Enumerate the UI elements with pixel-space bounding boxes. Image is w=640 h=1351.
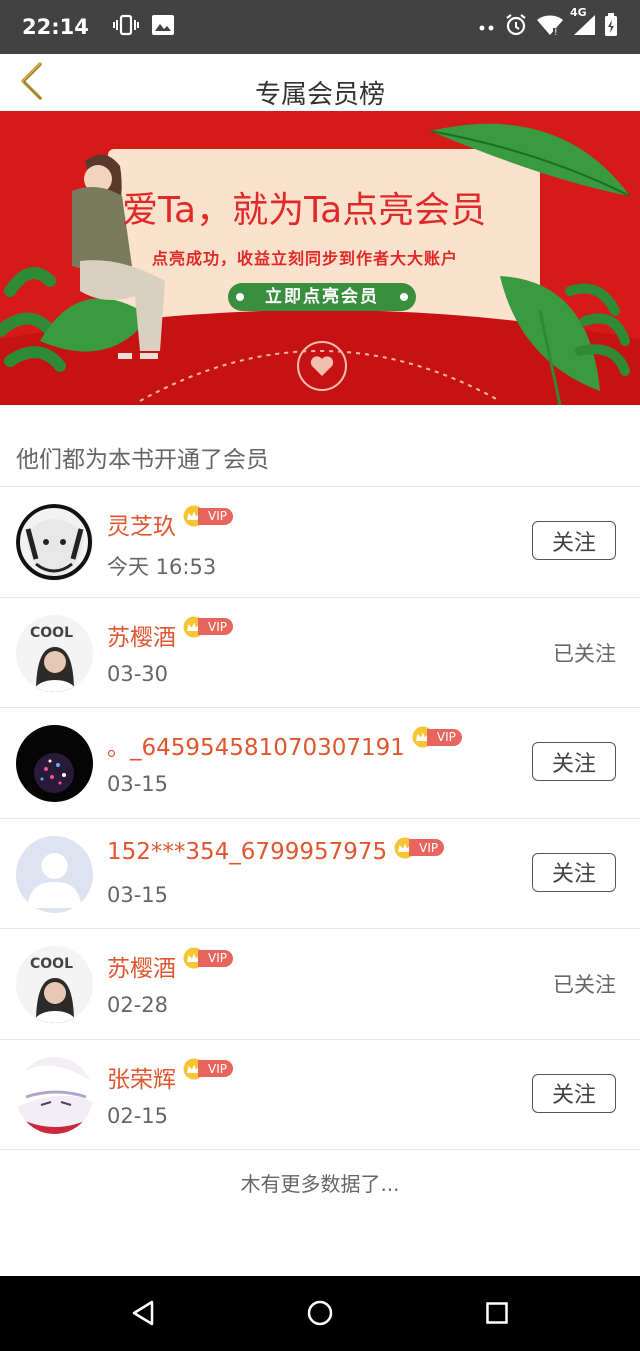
page-title: 专属会员榜 [254,80,385,110]
followed-status[interactable]: 已关注 [553,969,616,999]
svg-text:COOL: COOL [30,956,73,972]
member-name[interactable]: 苏樱酒 [107,618,176,652]
member-date: 03-15 [107,772,169,796]
member-date: 02-28 [107,993,169,1017]
member-date: 03-15 [107,882,169,907]
follow-button[interactable]: 关注 [532,521,616,560]
battery-icon [604,13,618,41]
avatar[interactable] [16,725,93,802]
vip-badge: VIP [182,505,233,527]
signal-icon: 4G [570,6,596,40]
default-avatar-icon [16,835,93,913]
svg-text:!: ! [554,28,558,36]
svg-text:COOL: COOL [30,625,73,641]
nav-back-button[interactable] [128,1298,158,1328]
avatar[interactable]: COOL [16,614,93,692]
member-list: 灵芝玖 VIP 今天 16:53 关注 COOL 苏樱酒 VIP 03-30 已… [0,487,640,1150]
member-date: 03-30 [107,661,169,686]
status-bar: 22:14 ! 4G [0,0,640,54]
triangle-back-icon [132,1300,154,1326]
system-nav-bar [0,1276,640,1351]
banner-subtitle: 点亮成功，收益立刻同步到作者大大账户 [152,249,459,268]
dots-icon [478,18,496,37]
list-item[interactable]: COOL 苏樱酒 VIP 02-28 已关注 [0,929,640,1040]
followed-status[interactable]: 已关注 [553,638,616,668]
follow-button[interactable]: 关注 [532,852,616,892]
vip-badge: VIP [393,837,445,859]
list-item[interactable]: 张荣辉 VIP 02-15 关注 [0,1040,640,1150]
membership-banner[interactable]: 爱Ta，就为Ta点亮会员 点亮成功，收益立刻同步到作者大大账户 立即点亮会员 [0,111,640,405]
member-date: 今天 16:53 [107,555,217,579]
app-header: 专属会员榜 [0,54,640,111]
list-item[interactable]: 152***354_6799957975 VIP 03-15 关注 [0,819,640,929]
image-icon [151,14,175,40]
avatar[interactable] [16,1056,93,1134]
vip-badge: VIP [182,947,233,969]
network-type: 4G [570,6,587,19]
follow-button[interactable]: 关注 [532,1073,616,1113]
list-item[interactable]: 灵芝玖 VIP 今天 16:53 关注 [0,487,640,598]
list-item[interactable]: 。_645954581070307191 VIP 03-15 关注 [0,708,640,819]
vip-badge: VIP [182,616,233,638]
member-name[interactable]: 152***354_6799957975 [107,839,387,865]
avatar[interactable]: COOL [16,946,93,1023]
vibrate-icon [112,14,139,40]
square-recents-icon [486,1302,508,1324]
avatar[interactable] [16,835,93,913]
follow-button[interactable]: 关注 [532,742,616,781]
nav-recents-button[interactable] [482,1298,512,1328]
member-name[interactable]: 张荣辉 [107,1060,176,1094]
member-date: 02-15 [107,1103,169,1128]
member-name[interactable]: 。_645954581070307191 [107,728,405,762]
banner-cta-button[interactable]: 立即点亮会员 [228,283,416,311]
avatar[interactable] [16,504,93,581]
status-time: 22:14 [22,15,89,39]
no-more-data-text: 木有更多数据了... [240,1172,400,1196]
vip-badge: VIP [182,1058,233,1080]
member-name[interactable]: 苏樱酒 [107,949,176,983]
member-name[interactable]: 灵芝玖 [107,507,176,541]
nav-home-button[interactable] [305,1298,335,1328]
list-item[interactable]: COOL 苏樱酒 VIP 03-30 已关注 [0,598,640,708]
wifi-icon: ! [536,14,564,40]
section-label: 他们都为本书开通了会员 [16,447,269,473]
vip-badge: VIP [411,726,462,748]
circle-home-icon [307,1300,333,1326]
banner-headline: 爱Ta，就为Ta点亮会员 [122,190,487,231]
alarm-icon [504,13,528,41]
